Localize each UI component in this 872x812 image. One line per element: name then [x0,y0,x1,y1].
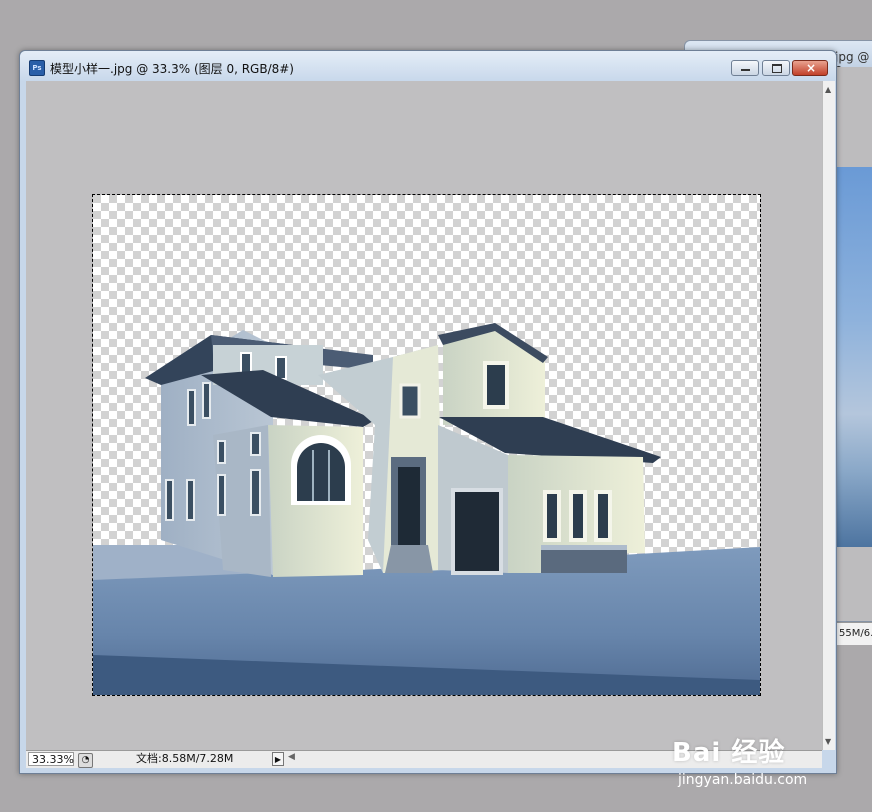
close-button[interactable]: × [792,60,828,76]
watermark-url: jingyan.baidu.com [678,772,808,788]
vertical-scrollbar[interactable]: ▲ ▼ [822,81,835,750]
window-titlebar[interactable]: Ps 模型小样一.jpg @ 33.3% (图层 0, RGB/8#) × [20,51,836,81]
zoom-input[interactable]: 33.33% [28,752,74,766]
photoshop-icon: Ps [29,60,45,76]
minimize-icon [741,69,750,71]
background-photo [835,167,872,547]
baidu-watermark: Bai 经验 jingyan.baidu.com [660,720,860,798]
scroll-up-icon[interactable]: ▲ [825,85,831,94]
minimize-button[interactable] [731,60,759,76]
watermark-brand: Bai 经验 [672,738,786,768]
status-info-icon[interactable]: ◔ [78,753,93,768]
close-icon: × [806,61,817,75]
maximize-icon [772,64,782,73]
horizontal-scroll-left-icon[interactable]: ◀ [288,752,295,762]
image-canvas[interactable] [92,194,761,696]
info-menu-arrow-icon[interactable]: ▶ [272,752,284,766]
house-render-image [93,195,760,695]
maximize-button[interactable] [762,60,790,76]
document-window[interactable]: Ps 模型小样一.jpg @ 33.3% (图层 0, RGB/8#) × ▲ … [19,50,837,774]
document-size-info: 文档:8.58M/7.28M [136,752,234,765]
window-title: 模型小样一.jpg @ 33.3% (图层 0, RGB/8#) [50,62,294,76]
background-window-status: 55M/6. [835,622,872,645]
canvas-area[interactable] [26,81,822,750]
